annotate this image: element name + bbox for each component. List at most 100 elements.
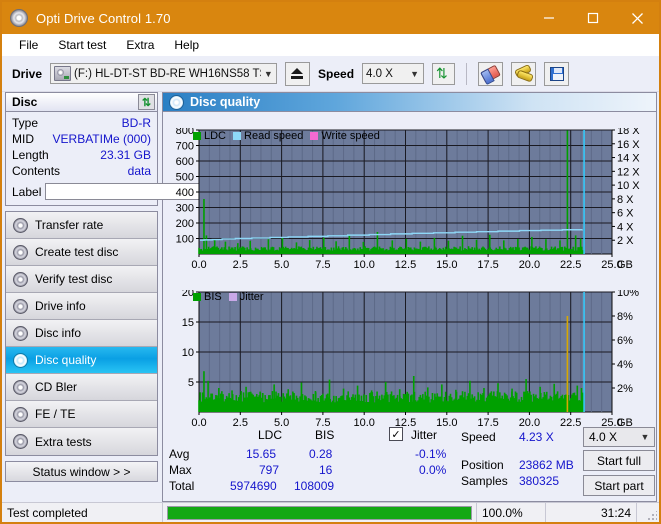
disc-icon [13,379,28,395]
sidebar-item-drive-info[interactable]: Drive info [6,293,157,320]
stats-avg-jitter: -0.1% [415,447,447,461]
eject-icon [291,68,304,79]
sidebar-item-extra-tests[interactable]: Extra tests [6,428,157,455]
disc-label-caption: Label [12,184,42,199]
erase-button[interactable] [478,61,504,86]
title-bar: Opti Drive Control 1.70 [2,2,659,34]
top-chart: LDC Read speed Write speed 800 700 600 500 4… [163,128,656,276]
refresh-button[interactable]: ⇅ [432,62,456,85]
disc-contents-value: data [127,164,151,178]
sidebar-item-label: FE / TE [35,407,76,421]
sidebar-item-verify-test-disc[interactable]: Verify test disc [6,266,157,293]
sidebar-item-create-test-disc[interactable]: Create test disc [6,239,157,266]
svg-text:8%: 8% [617,311,633,323]
refresh-icon: ⇅ [436,65,448,81]
status-divider [636,502,637,522]
app-disc-icon [10,9,28,27]
start-part-button[interactable]: Start part [583,475,655,496]
stats-total-bis: 108009 [294,479,335,493]
sidebar-item-fe-te[interactable]: FE / TE [6,401,157,428]
stats-row-label-total: Total [169,479,195,493]
disc-mid-label: MID [12,132,34,146]
disc-length-value: 23.31 GB [100,148,151,162]
resize-grip[interactable] [643,503,659,523]
menu-start-test[interactable]: Start test [49,36,115,54]
status-window-button[interactable]: Status window > > [5,461,158,482]
disc-panel-title: Disc [12,95,38,109]
disc-icon [13,406,28,422]
status-window-label: Status window > > [32,464,131,479]
sidebar-item-label: Transfer rate [35,218,104,232]
sidebar-item-disc-info[interactable]: Disc info [6,320,157,347]
sidebar-item-transfer-rate[interactable]: Transfer rate [6,212,157,239]
svg-text:6 X: 6 X [617,208,634,220]
stats-max-jitter: 0.0% [419,463,447,477]
disc-row-type: Type BD-R [12,115,151,131]
sidebar-item-label: Drive info [35,299,86,313]
status-message: Test completed [7,505,88,520]
disc-type-value: BD-R [121,116,151,130]
svg-text:18 X: 18 X [617,128,640,137]
menu-extra[interactable]: Extra [117,36,163,54]
legend-label: LDC [204,130,227,142]
disc-icon [13,325,28,341]
save-button[interactable] [544,61,570,86]
legend-swatch [193,293,201,301]
drive-select[interactable]: (F:) HL-DT-ST BD-RE WH16NS58 TST4 ▼ [50,63,278,84]
save-icon [549,66,564,81]
start-full-button[interactable]: Start full [583,450,655,471]
eject-button[interactable] [285,61,311,86]
svg-text:6%: 6% [617,335,633,347]
legend-label: Jitter [239,291,264,303]
svg-text:800: 800 [176,128,194,137]
svg-text:0.0: 0.0 [191,259,206,271]
tools-button[interactable] [511,61,537,86]
legend-swatch [193,132,201,140]
sidebar-item-cd-bler[interactable]: CD Bler [6,374,157,401]
speed-label: Speed [318,66,355,81]
stats-max-ldc: 797 [259,463,280,477]
disc-icon [13,352,28,368]
close-icon[interactable] [615,2,659,34]
status-bar: Test completed 100.0% 31:24 [2,502,659,522]
speed-select[interactable]: 4.0 X ▼ [362,63,425,84]
svg-text:GB: GB [617,259,633,271]
test-speed-select[interactable]: 4.0 X ▼ [583,427,655,447]
jitter-checkbox[interactable]: ✓ [389,427,403,441]
bottom-chart-plot[interactable]: 201510510%8%6%4%2%0.0 2.5 5.0 7.5 10.0 12.5 15… [163,290,656,435]
menu-file[interactable]: File [10,36,47,54]
stats-header-bis: BIS [315,428,335,442]
start-part-label: Start part [594,478,644,493]
disc-properties: Type BD-R MID VERBATIMe (000) Length 23.… [6,112,248,205]
sidebar-item-label: Extra tests [35,434,92,449]
svg-text:700: 700 [176,141,194,153]
sidebar-nav: Transfer rate Create test disc Verify te… [5,211,158,456]
eraser-icon [480,64,501,83]
test-speed-value: 4.0 X [589,430,618,444]
minimize-icon[interactable] [527,2,571,34]
top-chart-plot[interactable]: 800 700 600 500 400 300 200 100 18 X 16 X 14 X12 X… [163,128,656,276]
readout-samples-label: Samples [461,474,508,488]
menu-help[interactable]: Help [165,36,208,54]
svg-text:15: 15 [182,317,194,329]
legend-swatch [233,132,242,140]
disc-refresh-button[interactable]: ⇅ [138,94,155,110]
svg-text:12 X: 12 X [617,166,640,178]
svg-text:8 X: 8 X [617,194,634,206]
maximize-icon[interactable] [571,2,615,34]
sidebar-item-label: Verify test disc [35,272,113,286]
svg-text:4 X: 4 X [617,221,634,233]
sidebar-item-disc-quality[interactable]: Disc quality [6,347,157,374]
readout-position-label: Position [461,458,504,472]
disc-row-mid: MID VERBATIMe (000) [12,131,151,147]
svg-text:22.5: 22.5 [560,259,581,271]
window-title: Opti Drive Control 1.70 [36,10,171,26]
chevron-down-icon: ▼ [263,68,273,79]
bottom-chart-legend: BIS Jitter [193,291,264,303]
readout-position-value: 23862 MB [519,458,574,472]
disc-panel-header: Disc ⇅ [6,93,157,112]
svg-text:15.0: 15.0 [436,259,457,271]
disc-contents-label: Contents [12,164,61,178]
legend-item-write-speed: Write speed [310,130,380,142]
svg-text:12.5: 12.5 [395,259,416,271]
